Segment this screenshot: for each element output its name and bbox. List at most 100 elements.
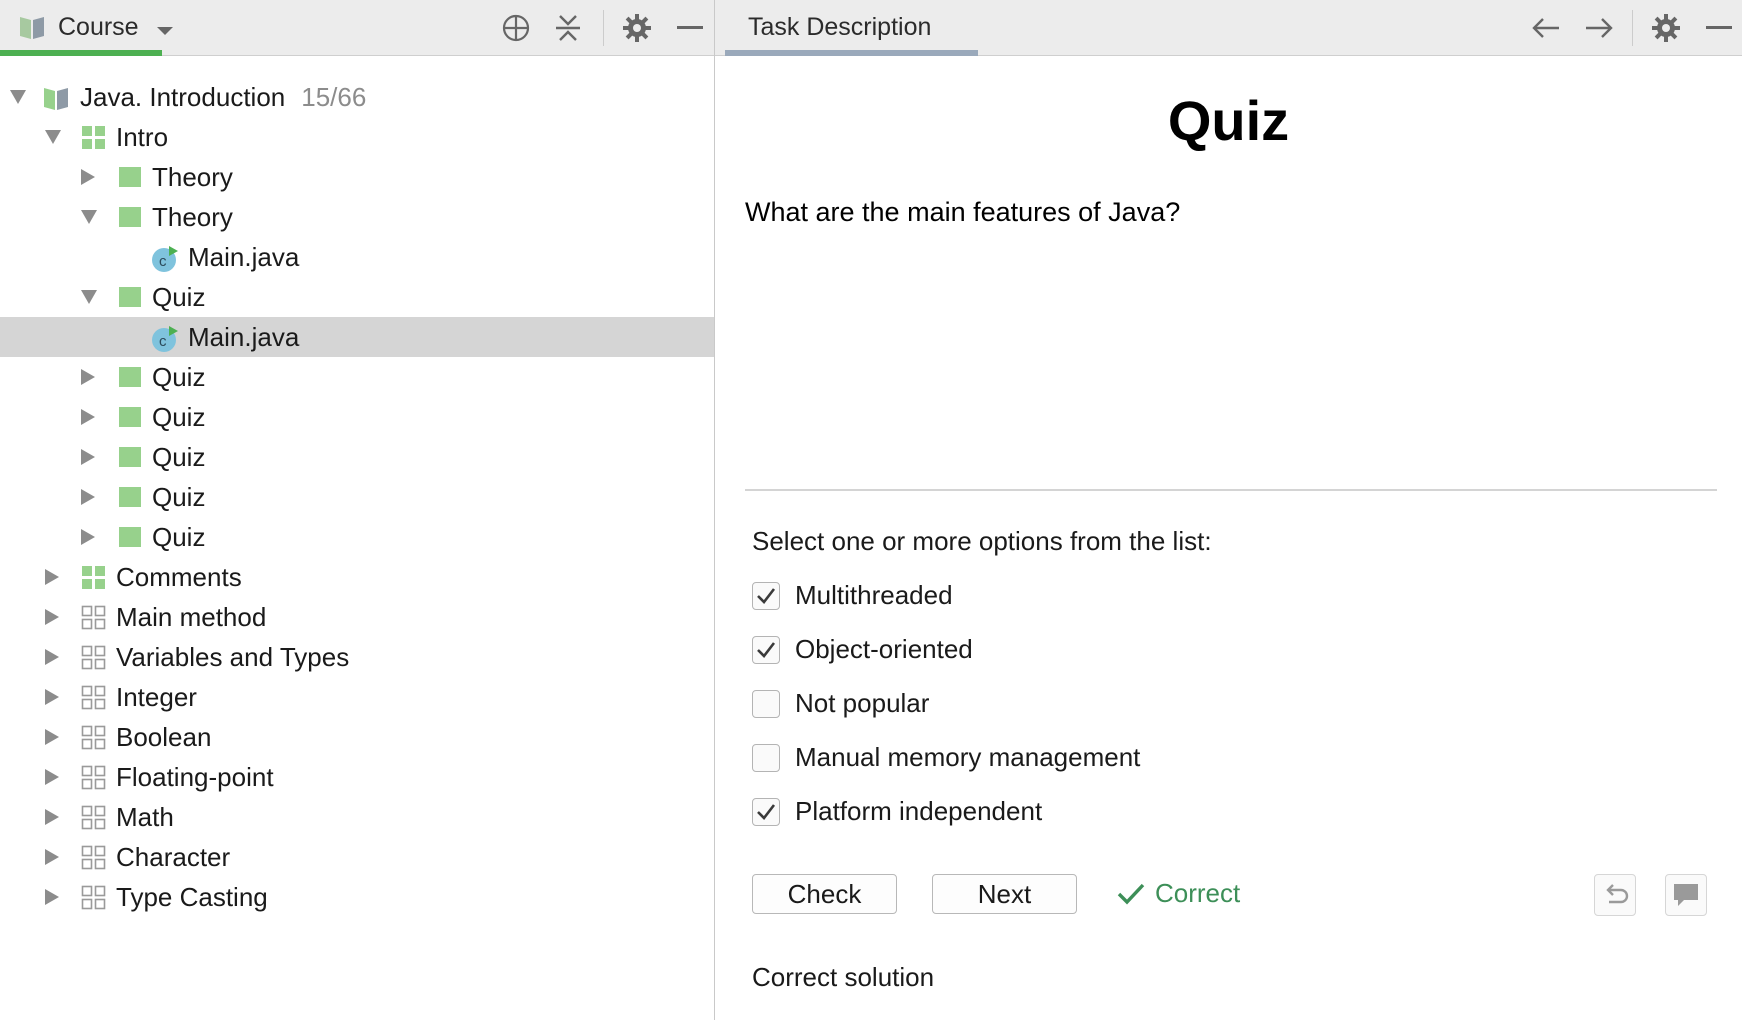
check-button[interactable]: Check	[752, 874, 897, 914]
tree-label: Main.java	[188, 242, 300, 272]
book-icon	[42, 85, 68, 111]
comment-icon[interactable]	[1665, 874, 1707, 916]
tree-row-lesson[interactable]: Quiz	[0, 517, 714, 557]
tree-row-file-selected[interactable]: c Main.java	[0, 317, 714, 357]
checkbox-checked[interactable]	[752, 582, 780, 610]
checkbox-checked[interactable]	[752, 798, 780, 826]
tree-row-section[interactable]: Main method	[0, 597, 714, 637]
task-description-panel: Task Description Quiz What are the main …	[715, 0, 1742, 1020]
active-tab-indicator	[725, 50, 978, 56]
gear-icon[interactable]	[618, 9, 656, 47]
expand-arrow-icon[interactable]	[79, 207, 99, 227]
option-label: Manual memory management	[795, 742, 1141, 772]
tree-row-file[interactable]: c Main.java	[0, 237, 714, 277]
svg-text:c: c	[159, 253, 167, 270]
lesson-icon	[118, 485, 144, 511]
status-correct: Correct	[1117, 878, 1240, 909]
tree-row-lesson[interactable]: Quiz	[0, 397, 714, 437]
tree-row-section[interactable]: Variables and Types	[0, 637, 714, 677]
tree-label: Main method	[116, 602, 267, 632]
collapse-arrow-icon[interactable]	[78, 527, 98, 547]
tree-row-lesson[interactable]: Quiz	[0, 437, 714, 477]
course-toolbar: Course	[0, 0, 714, 56]
section-outline-icon	[81, 885, 107, 911]
tree-row-section[interactable]: Boolean	[0, 717, 714, 757]
tree-row-section[interactable]: Math	[0, 797, 714, 837]
tree-row-lesson[interactable]: Quiz	[0, 357, 714, 397]
collapse-arrow-icon[interactable]	[42, 727, 62, 747]
tree-row-intro[interactable]: Intro	[0, 117, 714, 157]
lesson-icon	[118, 525, 144, 551]
minimize-icon[interactable]	[1700, 9, 1738, 47]
arrow-left-icon[interactable]	[1527, 9, 1565, 47]
collapse-arrow-icon[interactable]	[42, 807, 62, 827]
tree-row-section[interactable]: Character	[0, 837, 714, 877]
toolbar-separator	[1632, 10, 1633, 46]
tree-row-lesson[interactable]: Theory	[0, 157, 714, 197]
tree-row-lesson[interactable]: Theory	[0, 197, 714, 237]
tree-label: Comments	[116, 562, 242, 592]
arrow-right-icon[interactable]	[1580, 9, 1618, 47]
section-outline-icon	[81, 845, 107, 871]
section-outline-icon	[81, 685, 107, 711]
tree-row-lesson[interactable]: Quiz	[0, 277, 714, 317]
collapse-arrow-icon[interactable]	[42, 567, 62, 587]
collapse-arrow-icon[interactable]	[42, 607, 62, 627]
tree-label: Theory	[152, 162, 233, 192]
divider	[745, 489, 1717, 491]
tree-row-section[interactable]: Integer	[0, 677, 714, 717]
collapse-arrow-icon[interactable]	[78, 447, 98, 467]
chevron-down-icon[interactable]	[155, 24, 175, 42]
option-label: Platform independent	[795, 796, 1043, 826]
collapse-arrow-icon[interactable]	[78, 167, 98, 187]
undo-icon[interactable]	[1594, 874, 1636, 916]
tree-label: Quiz	[152, 362, 206, 392]
expand-arrow-icon[interactable]	[79, 287, 99, 307]
minimize-icon[interactable]	[671, 9, 709, 47]
tree-row-section[interactable]: Comments	[0, 557, 714, 597]
java-class-icon: c	[151, 325, 178, 352]
checkbox-unchecked[interactable]	[752, 744, 780, 772]
section-outline-icon	[81, 765, 107, 791]
quiz-title: Quiz	[1167, 89, 1290, 152]
section-icon	[81, 565, 107, 591]
gear-icon[interactable]	[1647, 9, 1685, 47]
lesson-icon	[118, 165, 144, 191]
tree-row-course[interactable]: Java. Introduction 15/66	[0, 77, 714, 117]
option-label: Multithreaded	[795, 580, 953, 610]
svg-text:c: c	[159, 333, 167, 350]
next-button[interactable]: Next	[932, 874, 1077, 914]
tree-row-section[interactable]: Floating-point	[0, 757, 714, 797]
collapse-arrow-icon[interactable]	[42, 887, 62, 907]
tree-label: Quiz	[152, 522, 206, 552]
course-dropdown[interactable]: Course	[58, 13, 139, 42]
collapse-arrow-icon[interactable]	[42, 767, 62, 787]
collapse-arrow-icon[interactable]	[42, 847, 62, 867]
tab-task-description[interactable]: Task Description	[748, 13, 931, 42]
checkbox-unchecked[interactable]	[752, 690, 780, 718]
course-progress: 15/66	[301, 82, 367, 112]
collapse-arrow-icon[interactable]	[78, 487, 98, 507]
tree-label: Integer	[116, 682, 197, 712]
lesson-icon	[118, 205, 144, 231]
tree-label: Type Casting	[116, 882, 268, 912]
course-panel: Course Java. Introduction 15/66 Intro Th…	[0, 0, 715, 1020]
option-label: Not popular	[795, 688, 930, 718]
collapse-arrow-icon[interactable]	[78, 367, 98, 387]
expand-arrow-icon[interactable]	[8, 87, 28, 107]
collapse-arrow-icon[interactable]	[42, 687, 62, 707]
tree-row-section[interactable]: Type Casting	[0, 877, 714, 917]
collapse-arrow-icon[interactable]	[42, 647, 62, 667]
lesson-icon	[118, 405, 144, 431]
expand-arrow-icon[interactable]	[43, 127, 63, 147]
tree-label: Math	[116, 802, 174, 832]
tree-label: Quiz	[152, 402, 206, 432]
crosshair-icon[interactable]	[497, 9, 535, 47]
tree-label: Quiz	[152, 482, 206, 512]
correct-solution-heading: Correct solution	[752, 962, 935, 992]
collapse-arrow-icon[interactable]	[78, 407, 98, 427]
tree-row-lesson[interactable]: Quiz	[0, 477, 714, 517]
collapse-all-icon[interactable]	[549, 9, 587, 47]
tree-label: Theory	[152, 202, 233, 232]
checkbox-checked[interactable]	[752, 636, 780, 664]
